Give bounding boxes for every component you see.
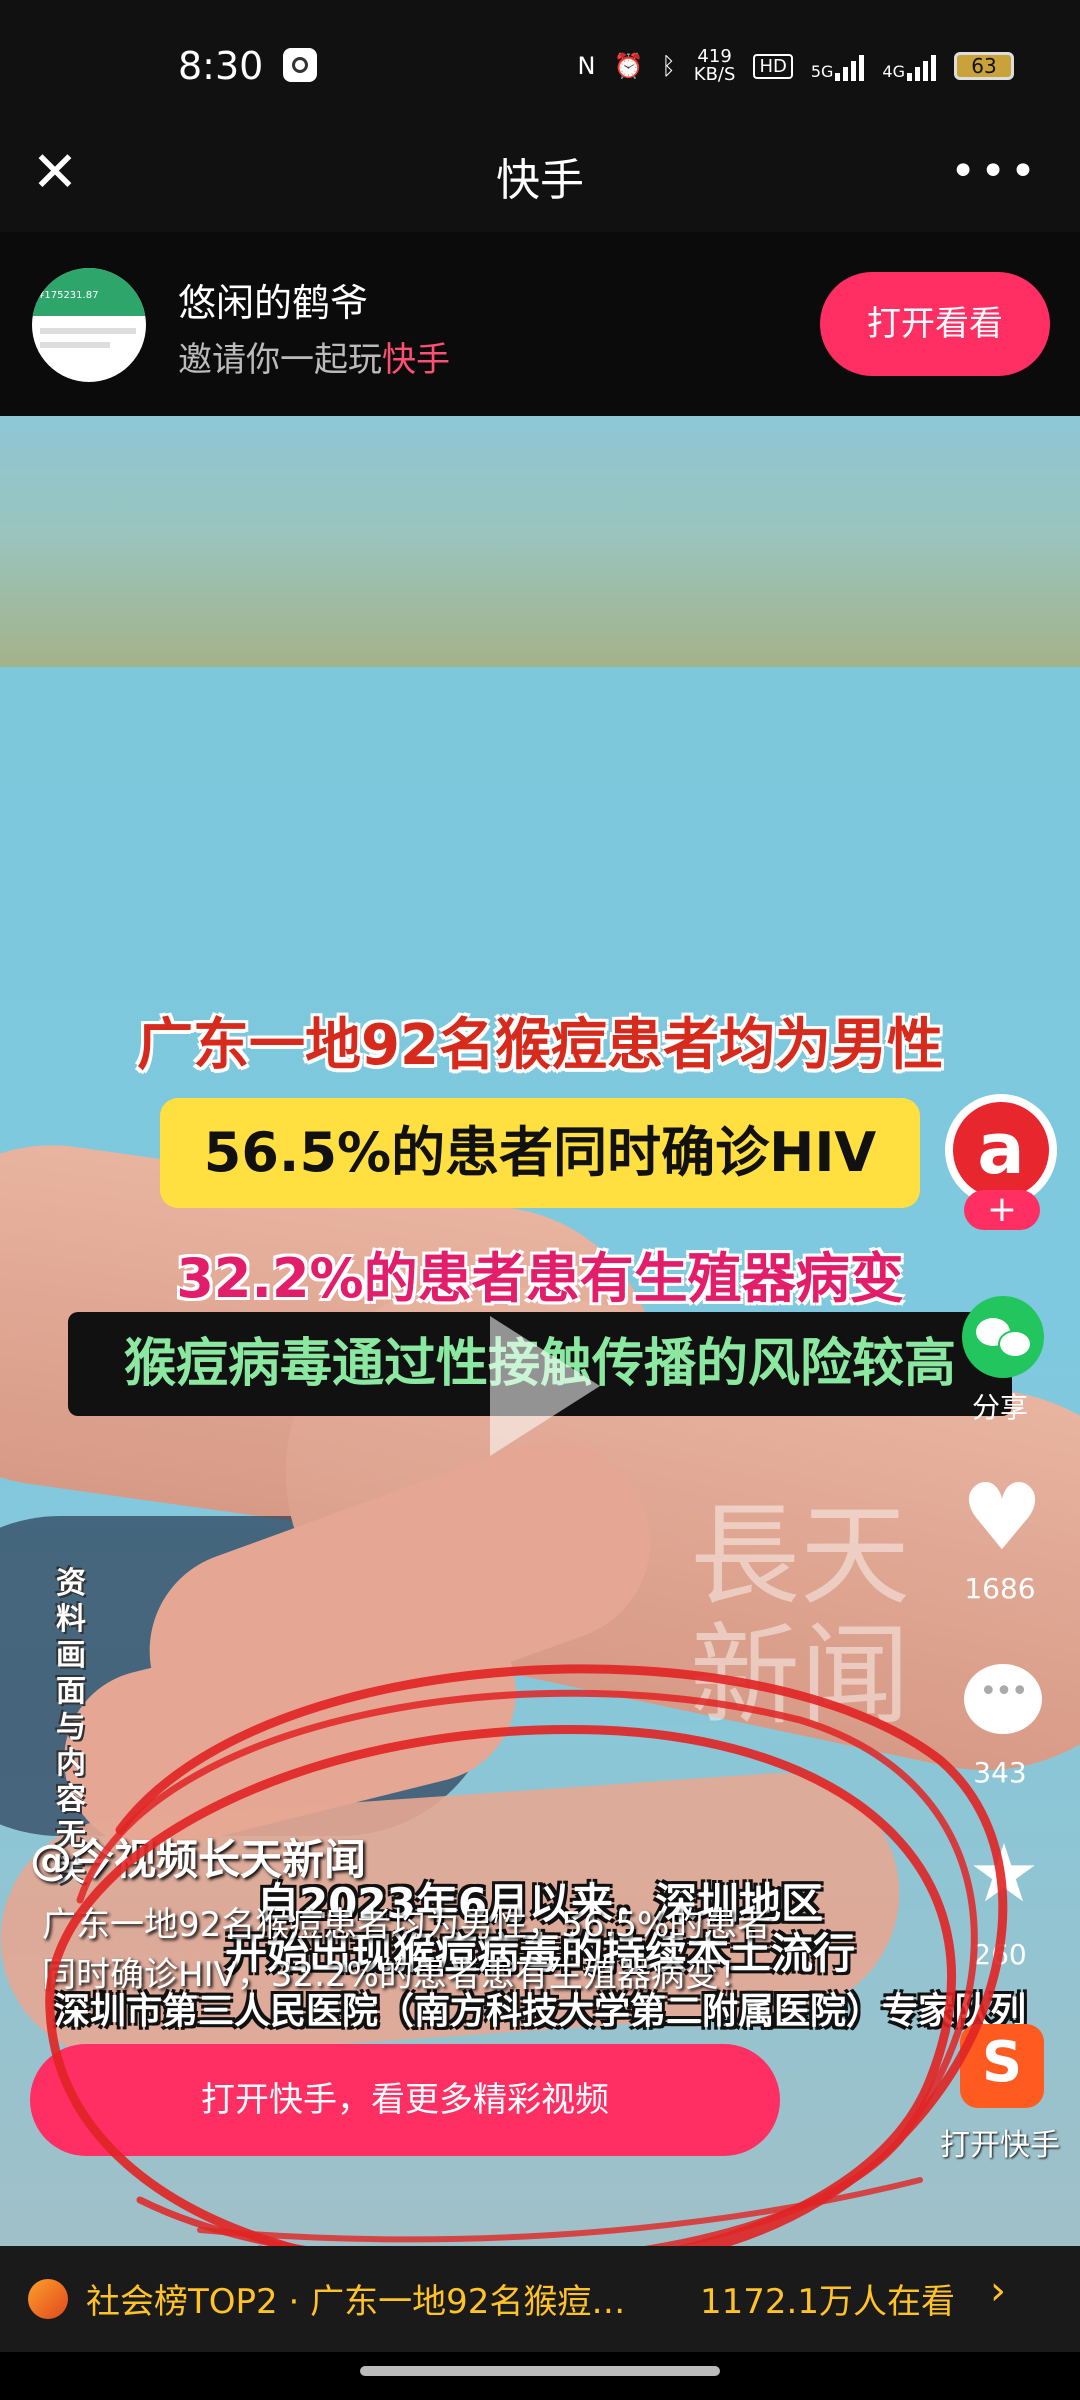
bluetooth-icon: ᛒ — [661, 52, 676, 80]
like-heart-icon[interactable]: ♥ — [960, 1472, 1044, 1564]
chevron-right-icon: › — [990, 2268, 1006, 2314]
kuaishou-logo-icon[interactable]: a — [945, 1094, 1057, 1206]
nfc-icon: N — [577, 52, 596, 80]
status-bar: 8:30 N ⏰ ᛒ 419 KB/S HD 5G 4G 63 — [0, 0, 1080, 130]
favorite-star-icon[interactable]: ★ — [962, 1834, 1046, 1914]
open-kuaishou-cta-button[interactable]: 打开快手，看更多精彩视频 — [30, 2044, 780, 2156]
invite-app-name: 快手 — [382, 340, 450, 380]
invite-banner: ¥175231.87 悠闲的鹤爷 邀请你一起玩快手 打开看看 — [0, 232, 1080, 416]
video-headline-2: 56.5%的患者同时确诊HIV — [160, 1098, 920, 1208]
open-app-label[interactable]: 打开快手 — [920, 2120, 1080, 2164]
share-label: 分享 — [971, 1391, 1028, 1424]
signal-bars — [835, 51, 865, 81]
kuaishou-app-icon[interactable] — [960, 2024, 1044, 2108]
comment-count: 343 — [973, 1756, 1027, 1789]
favorite-count: 260 — [973, 1938, 1027, 1971]
follow-plus-button[interactable]: + — [964, 1190, 1040, 1230]
status-icons: N ⏰ ᛒ 419 KB/S HD 5G 4G 63 — [578, 48, 1014, 84]
play-icon[interactable] — [490, 1316, 600, 1456]
comment-icon[interactable] — [964, 1664, 1042, 1734]
wechat-share-icon[interactable] — [962, 1296, 1044, 1378]
more-options-icon[interactable]: ••• — [950, 146, 1040, 197]
trending-bar[interactable]: 社会榜TOP2 · 广东一地92名猴痘… 1172.1万人在看 › — [0, 2246, 1080, 2352]
trending-planet-icon — [28, 2279, 68, 2319]
net-speed: 419 KB/S — [693, 46, 736, 85]
home-indicator[interactable] — [360, 2366, 720, 2376]
avatar-amount: ¥175231.87 — [32, 268, 146, 316]
trending-viewers: 1172.1万人在看 — [700, 2282, 955, 2322]
open-app-button[interactable]: 打开看看 — [820, 272, 1050, 376]
post-author[interactable]: @今视频长天新闻 — [30, 1826, 366, 1887]
inviter-username: 悠闲的鹤爷 — [178, 281, 369, 325]
video-headline-1: 广东一地92名猴痘患者均为男性 — [137, 1013, 943, 1078]
video-watermark: 長天 新闻 — [690, 1492, 910, 1740]
like-count: 1686 — [964, 1572, 1036, 1605]
top-bar: ✕ 快手 ••• — [0, 130, 1080, 232]
trending-topic: 社会榜TOP2 · 广东一地92名猴痘… — [86, 2282, 626, 2322]
notification-app-icon — [283, 48, 317, 82]
invite-text: 邀请你一起玩快手 — [178, 340, 450, 380]
avatar[interactable]: ¥175231.87 — [32, 268, 146, 382]
status-time: 8:30 — [178, 44, 264, 88]
video-headline-3: 32.2%的患者患有生殖器病变 — [176, 1247, 904, 1310]
alarm-icon: ⏰ — [613, 52, 644, 80]
post-description: 广东一地92名猴痘患者均为男性，56.5%的患者 同时确诊HIV，32.2%的患… — [42, 1905, 772, 1995]
signal-5g-icon: 5G — [811, 51, 865, 81]
signal-4g-icon: 4G — [882, 51, 936, 81]
battery-icon: 63 — [954, 52, 1014, 80]
signal-bars — [907, 51, 936, 81]
hd-badge: HD — [753, 53, 793, 79]
page-title: 快手 — [496, 155, 584, 206]
